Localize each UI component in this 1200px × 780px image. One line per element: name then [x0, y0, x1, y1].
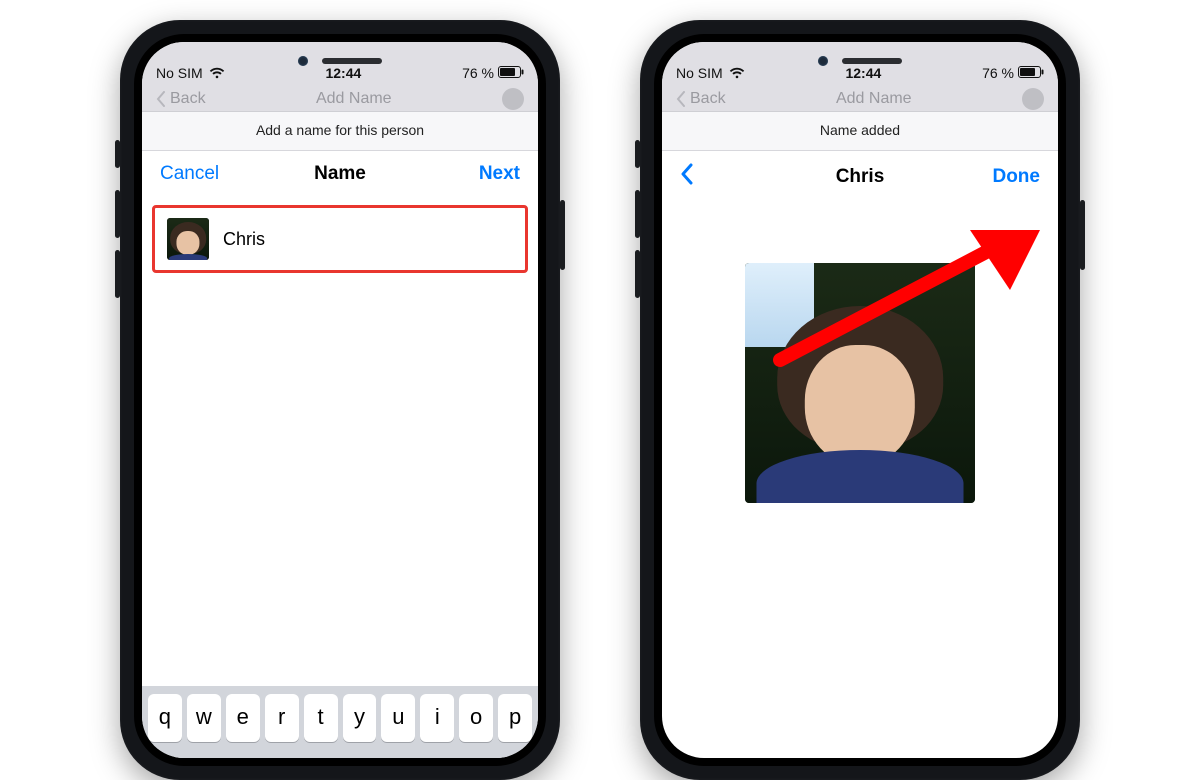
- mute-switch[interactable]: [635, 140, 640, 168]
- battery-percent-label: 76 %: [982, 65, 1014, 81]
- power-button[interactable]: [560, 200, 565, 270]
- mute-switch[interactable]: [115, 140, 120, 168]
- key-o[interactable]: o: [459, 694, 493, 742]
- volume-up-button[interactable]: [115, 190, 120, 238]
- wifi-icon: [209, 67, 225, 79]
- key-q[interactable]: q: [148, 694, 182, 742]
- battery-icon: [1018, 65, 1044, 81]
- done-button[interactable]: Done: [950, 166, 1040, 188]
- keyboard-row-1: qwertyuiop: [142, 686, 538, 758]
- next-button[interactable]: Next: [430, 163, 520, 185]
- key-i[interactable]: i: [420, 694, 454, 742]
- behind-title: Add Name: [316, 90, 392, 108]
- volume-up-button[interactable]: [635, 190, 640, 238]
- earpiece-speaker: [842, 58, 902, 64]
- phone-left: No SIM 12:44 76 %: [120, 20, 560, 780]
- key-y[interactable]: y: [343, 694, 377, 742]
- chevron-left-icon: [156, 91, 166, 107]
- sheet-title: Chris: [836, 166, 885, 188]
- behind-avatar: [1022, 88, 1044, 110]
- sheet-banner: Add a name for this person: [142, 112, 538, 151]
- battery-icon: [498, 65, 524, 81]
- key-u[interactable]: u: [381, 694, 415, 742]
- wifi-icon: [729, 67, 745, 79]
- front-camera-icon: [818, 56, 828, 66]
- behind-back-label: Back: [170, 90, 206, 108]
- key-e[interactable]: e: [226, 694, 260, 742]
- underlying-nav: Back Add Name: [142, 86, 538, 112]
- key-w[interactable]: w: [187, 694, 221, 742]
- key-t[interactable]: t: [304, 694, 338, 742]
- person-thumbnail: [167, 218, 209, 260]
- battery-percent-label: 76 %: [462, 65, 494, 81]
- suggested-person-row[interactable]: Chris: [152, 205, 528, 273]
- underlying-nav: Back Add Name: [662, 86, 1058, 112]
- chevron-left-icon: [680, 163, 694, 185]
- phone-notch: [298, 56, 382, 66]
- volume-down-button[interactable]: [635, 250, 640, 298]
- behind-title: Add Name: [836, 90, 912, 108]
- power-button[interactable]: [1080, 200, 1085, 270]
- carrier-label: No SIM: [676, 65, 723, 81]
- sheet-nav: Chris Done: [662, 151, 1058, 203]
- sheet-title: Name: [314, 163, 366, 185]
- sheet-nav: Cancel Name Next: [142, 151, 538, 197]
- cancel-button[interactable]: Cancel: [160, 163, 250, 185]
- key-r[interactable]: r: [265, 694, 299, 742]
- carrier-label: No SIM: [156, 65, 203, 81]
- key-p[interactable]: p: [498, 694, 532, 742]
- sheet-banner: Name added: [662, 112, 1058, 151]
- back-button[interactable]: [680, 163, 770, 191]
- front-camera-icon: [298, 56, 308, 66]
- chevron-left-icon: [676, 91, 686, 107]
- clock-label: 12:44: [325, 65, 361, 81]
- behind-avatar: [502, 88, 524, 110]
- behind-back-label: Back: [690, 90, 726, 108]
- clock-label: 12:44: [845, 65, 881, 81]
- volume-down-button[interactable]: [115, 250, 120, 298]
- earpiece-speaker: [322, 58, 382, 64]
- phone-right: No SIM 12:44 76 %: [640, 20, 1080, 780]
- person-name-label: Chris: [223, 229, 265, 250]
- phone-notch: [818, 56, 902, 66]
- person-photo: [745, 263, 975, 503]
